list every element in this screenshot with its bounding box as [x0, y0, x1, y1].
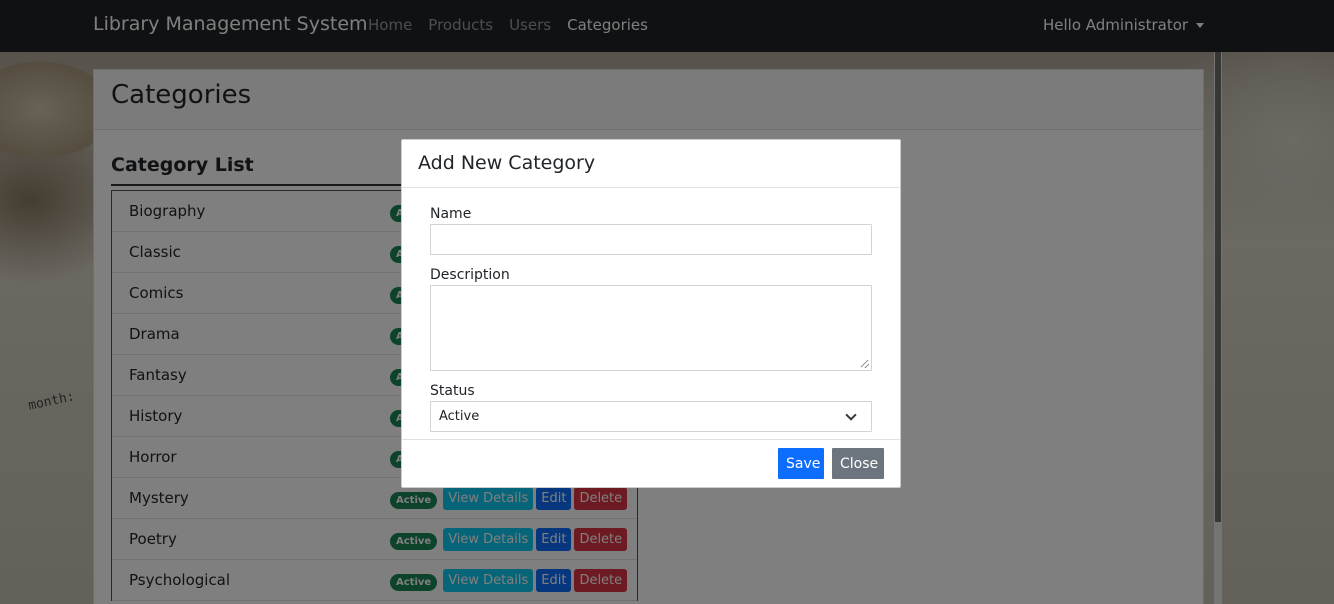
- description-textarea[interactable]: [430, 285, 872, 371]
- status-label: Status: [430, 383, 475, 399]
- status-select-value: Active: [439, 409, 480, 424]
- save-button[interactable]: Save: [778, 448, 824, 479]
- resize-grip-icon[interactable]: [861, 360, 869, 368]
- modal-body: Name Description Status Active: [430, 206, 873, 432]
- modal-footer: Save Close: [402, 439, 900, 488]
- modal-title: Add New Category: [418, 152, 596, 174]
- description-label: Description: [430, 267, 510, 283]
- name-input[interactable]: [430, 224, 872, 255]
- chevron-down-icon: [845, 409, 857, 421]
- modal-header: Add New Category: [402, 140, 900, 188]
- add-category-modal: Add New Category Name Description Status…: [401, 139, 901, 488]
- close-button[interactable]: Close: [832, 448, 884, 479]
- status-select[interactable]: Active: [430, 401, 872, 432]
- name-label: Name: [430, 206, 472, 222]
